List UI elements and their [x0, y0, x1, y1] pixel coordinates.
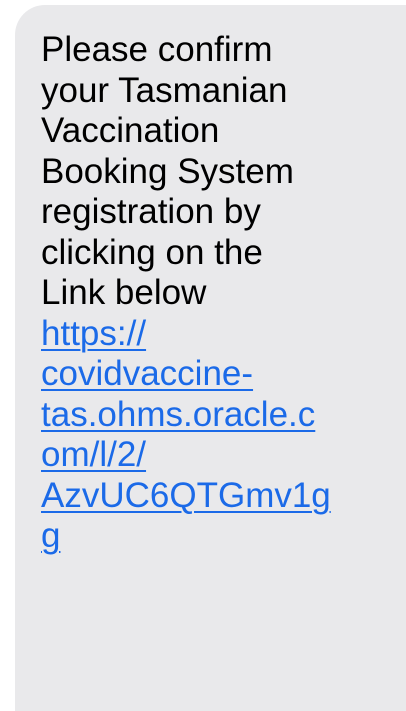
message-line: Link below — [41, 273, 207, 312]
message-line: registration by — [41, 192, 261, 231]
message-bubble: Please confirm your Tasmanian Vaccinatio… — [15, 5, 406, 711]
message-line: Please confirm — [41, 30, 273, 69]
message-line: Vaccination — [41, 111, 220, 150]
confirmation-link[interactable]: https:// covidvaccine- tas.ohms.oracle.c… — [41, 314, 406, 557]
message-line: Booking System — [41, 151, 294, 191]
link-line[interactable]: covidvaccine- — [41, 354, 406, 395]
link-line[interactable]: https:// — [41, 314, 406, 355]
message-line: clicking on the — [41, 232, 263, 272]
link-line[interactable]: g — [41, 516, 406, 557]
message-line: your Tasmanian — [41, 70, 288, 110]
message-text: Please confirm your Tasmanian Vaccinatio… — [41, 30, 406, 557]
link-line[interactable]: om/l/2/ — [41, 435, 406, 476]
link-line[interactable]: tas.ohms.oracle.c — [41, 395, 406, 436]
link-line[interactable]: AzvUC6QTGmv1g — [41, 476, 406, 517]
